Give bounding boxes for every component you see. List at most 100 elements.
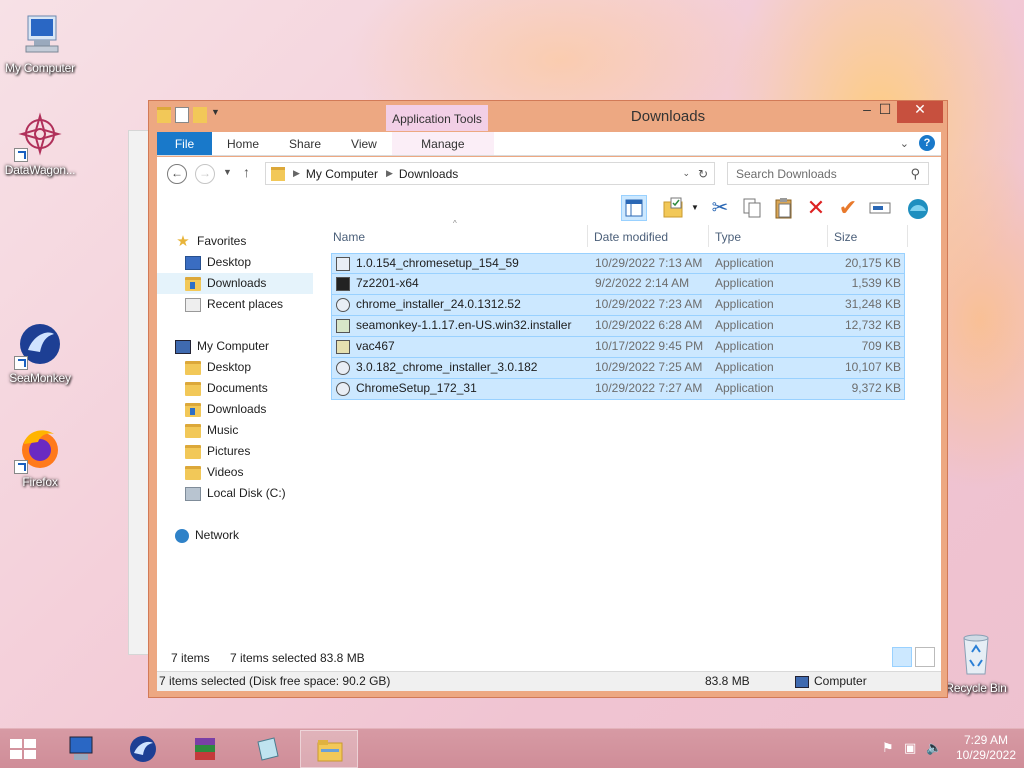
desktop-icon-seamonkey[interactable]: SeaMonkey xyxy=(0,320,80,385)
network-status-icon[interactable]: ▣ xyxy=(904,741,918,755)
file-row[interactable]: 3.0.182_chrome_installer_3.0.182 10/29/2… xyxy=(331,358,905,379)
hard-disk-icon xyxy=(185,486,201,501)
desktop-icon-label: SeaMonkey xyxy=(9,371,71,385)
column-header-type[interactable]: Type xyxy=(715,225,741,249)
breadcrumb-my-computer[interactable]: My Computer xyxy=(306,167,378,181)
nav-label: Downloads xyxy=(207,402,267,416)
column-divider[interactable] xyxy=(827,225,828,247)
file-name: ChromeSetup_172_31 xyxy=(356,381,477,395)
column-header-date[interactable]: Date modified xyxy=(594,225,668,249)
recent-places-icon xyxy=(185,297,201,312)
large-icons-view-icon[interactable] xyxy=(915,647,935,667)
file-type: Application xyxy=(715,381,774,395)
title-bar[interactable]: ▼ Application Tools Downloads – ☐ ✕ xyxy=(149,101,947,131)
cut-icon[interactable]: ✂ xyxy=(707,195,733,221)
volume-icon[interactable]: 🔈 xyxy=(926,741,942,755)
address-dropdown-icon[interactable]: ⌄ xyxy=(682,168,690,179)
maximize-button[interactable]: ☐ xyxy=(871,101,899,123)
nav-label: Local Disk (C:) xyxy=(207,486,286,500)
nav-favorites[interactable]: ★ Favorites xyxy=(175,231,246,252)
nav-pc-desktop[interactable]: Desktop xyxy=(185,357,251,378)
desktop-icon-recycle-bin[interactable]: Recycle Bin xyxy=(936,630,1016,695)
desktop-icon-datawagon[interactable]: DataWagon... xyxy=(0,112,80,177)
status-selection: 7 items selected (Disk free space: 90.2 … xyxy=(159,674,391,688)
tab-share[interactable]: Share xyxy=(274,132,336,155)
nav-fav-recent-places[interactable]: Recent places xyxy=(185,294,283,315)
expand-ribbon-icon[interactable]: ⌄ xyxy=(900,137,909,150)
nav-network[interactable]: Network xyxy=(175,525,239,546)
file-name-cell: 3.0.182_chrome_installer_3.0.182 xyxy=(336,358,537,377)
recycle-bin-icon xyxy=(952,630,1000,678)
details-view-icon[interactable] xyxy=(892,647,912,667)
nav-pc-pictures[interactable]: Pictures xyxy=(185,441,250,462)
desktop-icon-firefox[interactable]: Firefox xyxy=(0,424,80,489)
file-name-cell: vac467 xyxy=(336,337,395,356)
action-center-icon[interactable]: ⚑ xyxy=(882,741,896,755)
chevron-down-icon[interactable]: ▼ xyxy=(691,203,699,212)
column-divider[interactable] xyxy=(708,225,709,247)
system-tray: ⚑ ▣ 🔈 xyxy=(882,741,942,755)
file-row[interactable]: seamonkey-1.1.17.en-US.win32.installer 1… xyxy=(331,316,905,337)
tab-file[interactable]: File xyxy=(157,132,212,155)
nav-pc-music[interactable]: Music xyxy=(185,420,238,441)
folder-icon xyxy=(185,381,201,396)
recent-locations-icon[interactable]: ▼ xyxy=(223,167,232,177)
forward-button[interactable]: → xyxy=(195,164,215,184)
ribbon-tabs: File Home Share View Manage ⌄ ? xyxy=(157,132,941,156)
downloads-folder-icon xyxy=(185,402,201,417)
up-button[interactable]: ↑ xyxy=(243,164,250,180)
help-icon[interactable]: ? xyxy=(919,135,935,151)
nav-pc-documents[interactable]: Documents xyxy=(185,378,268,399)
clock[interactable]: 7:29 AM 10/29/2022 xyxy=(956,733,1016,763)
start-button[interactable] xyxy=(10,739,38,761)
column-divider[interactable] xyxy=(587,225,588,247)
nav-pc-videos[interactable]: Videos xyxy=(185,462,243,483)
notepad-icon xyxy=(257,737,279,761)
column-divider[interactable] xyxy=(907,225,908,247)
open-with-icon[interactable] xyxy=(905,195,931,221)
search-icon: ⚲ xyxy=(910,166,920,181)
back-button[interactable]: ← xyxy=(167,164,187,184)
paste-icon[interactable] xyxy=(771,195,797,221)
file-row[interactable]: chrome_installer_24.0.1312.52 10/29/2022… xyxy=(331,295,905,316)
taskbar-file-explorer[interactable] xyxy=(300,730,358,768)
copy-icon[interactable] xyxy=(739,195,765,221)
file-type: Application xyxy=(715,360,774,374)
desktop-icon-my-computer[interactable]: My Computer xyxy=(0,10,80,75)
item-count: 7 items xyxy=(171,651,210,665)
desktop-icon-label: Firefox xyxy=(22,475,58,489)
refresh-icon[interactable]: ↻ xyxy=(698,167,708,181)
file-row[interactable]: 7z2201-x64 9/2/2022 2:14 AM Application … xyxy=(331,274,905,295)
file-row[interactable]: ChromeSetup_172_31 10/29/2022 7:27 AM Ap… xyxy=(331,379,905,400)
check-icon[interactable]: ✔ xyxy=(835,195,861,221)
taskbar-my-computer[interactable] xyxy=(52,730,110,768)
column-header-size[interactable]: Size xyxy=(834,225,857,249)
delete-icon[interactable]: ✕ xyxy=(803,195,829,221)
taskbar-winrar[interactable] xyxy=(176,730,234,768)
computer-icon xyxy=(69,736,93,760)
nav-fav-desktop[interactable]: Desktop xyxy=(185,252,251,273)
file-name-cell: ChromeSetup_172_31 xyxy=(336,379,477,398)
file-row[interactable]: 1.0.154_chromesetup_154_59 10/29/2022 7:… xyxy=(331,253,905,274)
nav-my-computer[interactable]: My Computer xyxy=(175,336,269,357)
column-header-name[interactable]: Name xyxy=(333,225,365,249)
preview-pane-icon[interactable] xyxy=(621,195,647,221)
taskbar-seamonkey[interactable] xyxy=(114,730,172,768)
nav-pc-local-disk[interactable]: Local Disk (C:) xyxy=(185,483,286,504)
address-bar[interactable]: ▶ My Computer ▶ Downloads ⌄ ↻ xyxy=(265,162,715,185)
tab-home[interactable]: Home xyxy=(212,132,274,155)
search-input[interactable]: Search Downloads ⚲ xyxy=(727,162,929,185)
file-type: Application xyxy=(715,256,774,270)
rename-icon[interactable] xyxy=(867,195,893,221)
close-button[interactable]: ✕ xyxy=(897,101,943,123)
taskbar-notepad[interactable] xyxy=(238,730,296,768)
tab-manage[interactable]: Manage xyxy=(391,132,494,155)
nav-label: Desktop xyxy=(207,360,252,374)
nav-fav-downloads[interactable]: Downloads xyxy=(157,273,313,294)
breadcrumb-downloads[interactable]: Downloads xyxy=(399,167,458,181)
file-row[interactable]: vac467 10/17/2022 9:45 PM Application 70… xyxy=(331,337,905,358)
properties-folder-icon[interactable] xyxy=(661,195,687,221)
nav-pc-downloads[interactable]: Downloads xyxy=(185,399,266,420)
tab-view[interactable]: View xyxy=(336,132,392,155)
file-size: 31,248 KB xyxy=(844,297,901,311)
